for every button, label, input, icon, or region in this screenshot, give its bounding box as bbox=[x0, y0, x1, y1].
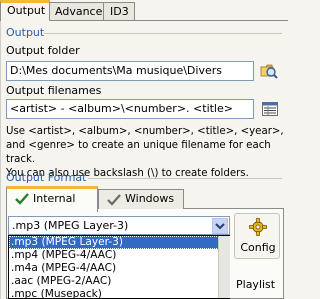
help-line-1: Use <artist>, <album>, <number>, <title>… bbox=[6, 126, 284, 137]
checkmark-icon bbox=[107, 194, 121, 206]
dropdown-option[interactable]: .mp4 (MPEG-4/AAC) bbox=[9, 249, 229, 262]
config-button[interactable]: Config bbox=[234, 213, 280, 259]
format-select[interactable]: .mp3 (MPEG Layer-3) bbox=[8, 216, 230, 235]
dropdown-option[interactable]: .mp3 (MPEG Layer-3) bbox=[9, 236, 229, 249]
config-button-label: Config bbox=[240, 241, 276, 254]
tab-id3[interactable]: ID3 bbox=[103, 2, 135, 20]
dropdown-option[interactable]: .mpc (Musepack) bbox=[9, 288, 229, 298]
output-section-title: Output bbox=[6, 26, 45, 39]
format-section-title: Output Format bbox=[6, 171, 87, 184]
list-icon[interactable] bbox=[262, 102, 278, 116]
tab-advanced[interactable]: Advanced bbox=[48, 2, 109, 20]
dropdown-option[interactable]: .aac (MPEG-2/AAC) bbox=[9, 275, 229, 288]
tab-internal-label: Internal bbox=[33, 192, 76, 205]
output-folder-input[interactable]: D:\Mes documents\Ma musique\Divers bbox=[6, 61, 254, 81]
format-dropdown-list: .mp3 (MPEG Layer-3) .mp4 (MPEG-4/AAC) .m… bbox=[8, 235, 230, 299]
help-line-2: and <genre> to create an unique filename… bbox=[6, 140, 271, 165]
tab-windows-label: Windows bbox=[125, 192, 175, 205]
format-section-rule bbox=[88, 178, 282, 179]
output-filenames-input[interactable]: <artist> - <album>\<number>. <title> bbox=[6, 99, 254, 119]
playlist-label: Playlist bbox=[236, 278, 276, 291]
output-filenames-label: Output filenames bbox=[6, 84, 102, 97]
folder-search-icon[interactable] bbox=[260, 62, 278, 80]
tab-output[interactable]: Output bbox=[0, 0, 50, 21]
format-select-value: .mp3 (MPEG Layer-3) bbox=[12, 219, 129, 232]
output-folder-label: Output folder bbox=[6, 44, 80, 57]
output-section-rule bbox=[44, 33, 282, 34]
dropdown-scrollbar[interactable] bbox=[218, 236, 230, 298]
tab-windows[interactable]: Windows bbox=[98, 189, 184, 209]
main-tabbar: Output Advanced ID3 bbox=[0, 0, 288, 22]
checkmark-icon bbox=[15, 193, 29, 205]
tab-internal[interactable]: Internal bbox=[6, 186, 98, 212]
chevron-down-icon[interactable] bbox=[212, 218, 228, 234]
gear-icon bbox=[249, 218, 267, 236]
dropdown-option[interactable]: .m4a (MPEG-4/AAC) bbox=[9, 262, 229, 275]
